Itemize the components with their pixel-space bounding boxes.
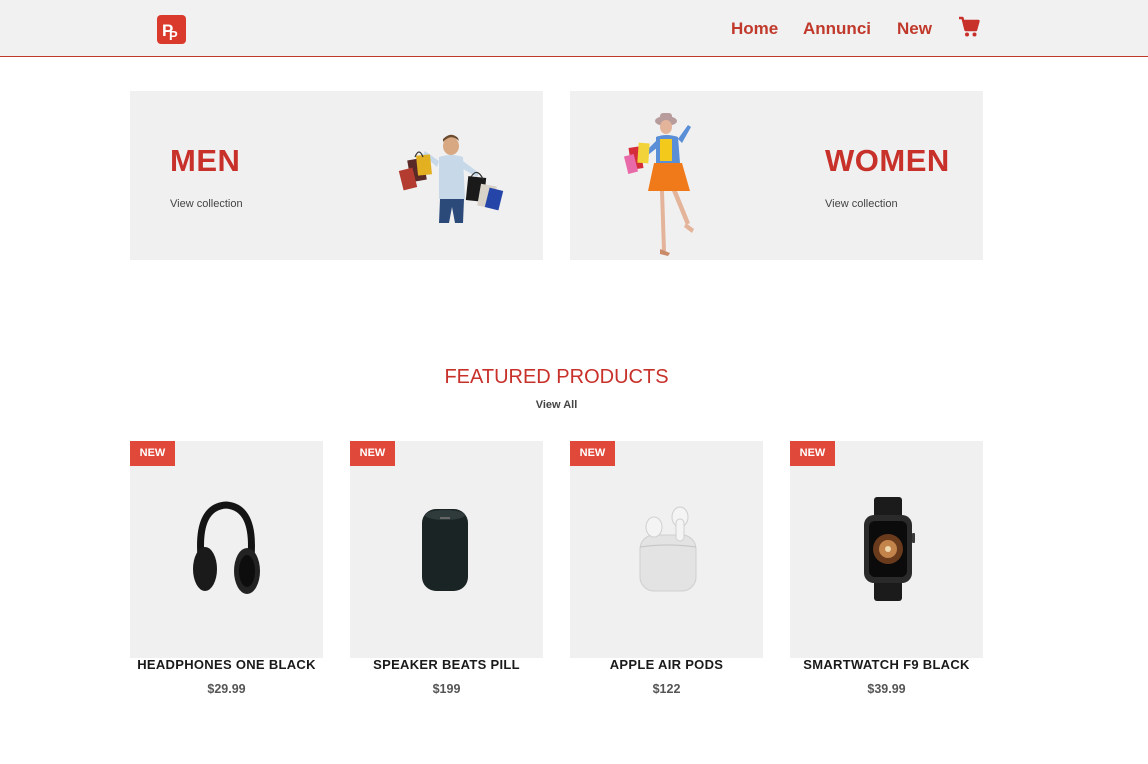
product-name[interactable]: APPLE AIR PODS	[570, 658, 763, 672]
new-badge: NEW	[130, 441, 175, 466]
woman-shopping-illustration	[623, 113, 694, 256]
product-price: $199	[432, 682, 461, 696]
airpods-icon	[639, 506, 697, 592]
product-card-headphones[interactable]: NEW HEADPHONES ONE BLACK $29.99	[130, 441, 323, 696]
headphones-icon	[193, 501, 260, 594]
men-view-collection-link[interactable]: View collection	[170, 198, 243, 210]
product-price: $39.99	[867, 682, 906, 696]
nav-annunci[interactable]: Annunci	[803, 19, 871, 39]
women-title: WOMEN	[825, 143, 950, 178]
nav-new[interactable]: New	[897, 19, 932, 39]
smartwatch-icon	[864, 497, 915, 601]
product-image[interactable]: NEW	[570, 441, 763, 658]
new-badge: NEW	[350, 441, 395, 466]
view-all-link[interactable]: View All	[0, 399, 1113, 411]
product-name[interactable]: HEADPHONES ONE BLACK	[130, 658, 323, 672]
women-view-collection-link[interactable]: View collection	[825, 198, 898, 210]
new-badge: NEW	[790, 441, 835, 466]
women-banner[interactable]: WOMEN View collection	[570, 91, 983, 260]
men-title: MEN	[170, 143, 241, 178]
new-badge: NEW	[570, 441, 615, 466]
pp-logo-icon[interactable]: P P	[157, 15, 186, 44]
cart-icon[interactable]	[958, 16, 980, 38]
product-image[interactable]: NEW	[350, 441, 543, 658]
man-shopping-illustration	[398, 134, 504, 223]
site-header: P P Home Annunci New	[0, 0, 1148, 57]
product-card-speaker[interactable]: NEW SPEAKER BEATS PILL $199	[350, 441, 543, 696]
product-price: $29.99	[207, 682, 246, 696]
men-banner[interactable]: MEN View collection	[130, 91, 543, 260]
featured-products-title: FEATURED PRODUCTS	[444, 366, 669, 388]
product-image[interactable]: NEW	[790, 441, 983, 658]
product-name[interactable]: SPEAKER BEATS PILL	[350, 658, 543, 672]
nav-home[interactable]: Home	[731, 19, 778, 39]
product-image[interactable]: NEW	[130, 441, 323, 658]
product-card-airpods[interactable]: NEW APPLE AIR PODS $122	[570, 441, 763, 696]
product-price: $122	[652, 682, 681, 696]
product-name[interactable]: SMARTWATCH F9 BLACK	[790, 658, 983, 672]
svg-text:P: P	[169, 28, 178, 43]
speaker-icon	[422, 509, 468, 591]
product-card-smartwatch[interactable]: NEW SMARTWATCH F9 BLACK $39.99	[790, 441, 983, 696]
